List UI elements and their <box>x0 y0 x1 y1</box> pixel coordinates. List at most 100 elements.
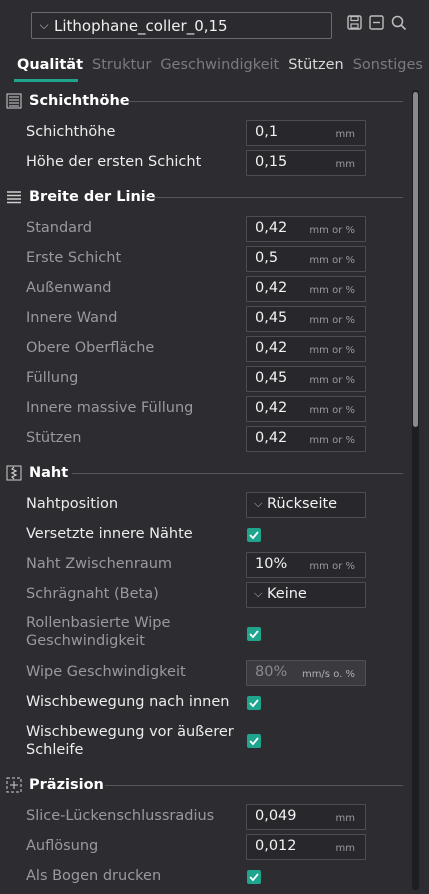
input-value: 0,012 <box>255 838 297 854</box>
input-value: 0,1 <box>255 124 279 140</box>
setting-row-line-width: Außenwand 0,42 mm or % <box>26 276 371 306</box>
setting-row-wipe-speed: Wipe Geschwindigkeit 80% mm/s o. % <box>26 660 371 690</box>
setting-row-seam-gap: Naht Zwischenraum 10% mm or % <box>26 552 371 582</box>
input-unit: mm or % <box>309 315 355 326</box>
preset-name: Lithophane_coller_0,15 <box>54 16 228 35</box>
input-unit: mm or % <box>309 345 355 356</box>
input-value: 0,45 <box>255 310 288 326</box>
setting-label-line2: Schleife <box>26 742 84 758</box>
setting-label: Füllung <box>26 370 79 386</box>
setting-label-line1: Rollenbasierte Wipe <box>26 615 171 631</box>
scrollbar-thumb[interactable] <box>413 92 418 427</box>
line-width-support-input[interactable]: 0,42 mm or % <box>246 426 366 452</box>
input-unit: mm or % <box>309 561 355 572</box>
setting-row-wipe-inward: Wischbewegung nach innen <box>26 690 371 720</box>
setting-label: Innere Wand <box>26 310 118 326</box>
section-divider <box>105 785 403 786</box>
setting-row-seam-position: Nahtposition ⌵ Rückseite <box>26 492 371 522</box>
input-unit: mm or % <box>309 435 355 446</box>
input-value: 0,42 <box>255 400 288 416</box>
wipe-inward-checkbox[interactable] <box>247 696 261 710</box>
arc-fitting-checkbox[interactable] <box>247 870 261 884</box>
collapse-icon[interactable] <box>368 14 385 31</box>
setting-label: Schichthöhe <box>26 124 116 140</box>
line-width-first-layer-input[interactable]: 0,5 mm or % <box>246 246 366 272</box>
input-unit: mm or % <box>309 405 355 416</box>
setting-label: Obere Oberfläche <box>26 340 155 356</box>
line-width-icon <box>6 189 22 205</box>
input-value: 0,15 <box>255 154 288 170</box>
line-width-outer-wall-input[interactable]: 0,42 mm or % <box>246 276 366 302</box>
setting-label: Erste Schicht <box>26 250 122 266</box>
setting-row-line-width: Füllung 0,45 mm or % <box>26 366 371 396</box>
chevron-down-icon: ⌵ <box>254 587 263 600</box>
setting-row-staggered-seams: Versetzte innere Nähte <box>26 522 371 552</box>
input-value: 80% <box>255 664 288 680</box>
chevron-down-icon: ⌵ <box>254 497 263 510</box>
wipe-speed-input[interactable]: 80% mm/s o. % <box>246 660 366 686</box>
input-value: 0,42 <box>255 280 288 296</box>
section-title: Schichthöhe <box>29 93 130 109</box>
setting-label: Innere massive Füllung <box>26 400 194 416</box>
section-title: Präzision <box>29 777 104 793</box>
setting-row-scarf-seam: Schrägnaht (Beta) ⌵ Keine <box>26 582 371 612</box>
tab-quality[interactable]: Qualität <box>17 57 83 73</box>
line-width-internal-solid-infill-input[interactable]: 0,42 mm or % <box>246 396 366 422</box>
input-value: 10% <box>255 556 288 572</box>
scarf-seam-dropdown[interactable]: ⌵ Keine <box>246 582 366 608</box>
line-width-top-surface-input[interactable]: 0,42 mm or % <box>246 336 366 362</box>
first-layer-height-input[interactable]: 0,15 mm <box>246 150 366 176</box>
layer-height-input[interactable]: 0,1 mm <box>246 120 366 146</box>
tab-others[interactable]: Sonstiges <box>353 57 423 73</box>
tab-speed[interactable]: Geschwindigkeit <box>160 57 279 73</box>
input-unit: mm/s o. % <box>301 669 355 680</box>
line-width-inner-wall-input[interactable]: 0,45 mm or % <box>246 306 366 332</box>
setting-label: Standard <box>26 220 92 236</box>
input-value: 0,42 <box>255 430 288 446</box>
search-icon[interactable] <box>390 14 407 31</box>
line-width-infill-input[interactable]: 0,45 mm or % <box>246 366 366 392</box>
input-unit: mm <box>335 813 355 824</box>
preset-selector[interactable]: ⌵ Lithophane_coller_0,15 <box>31 12 332 39</box>
section-title: Naht <box>29 465 69 481</box>
setting-label: Außenwand <box>26 280 112 296</box>
seam-icon <box>6 465 22 481</box>
input-unit: mm or % <box>309 255 355 266</box>
setting-row-first-layer-height: Höhe der ersten Schicht 0,15 mm <box>26 150 371 180</box>
tab-structure[interactable]: Struktur <box>92 57 151 73</box>
setting-row-line-width: Obere Oberfläche 0,42 mm or % <box>26 336 371 366</box>
dropdown-value: Keine <box>267 586 307 602</box>
input-value: 0,5 <box>255 250 279 266</box>
gap-closing-radius-input[interactable]: 0,049 mm <box>246 804 366 830</box>
input-unit: mm or % <box>309 375 355 386</box>
dropdown-value: Rückseite <box>267 496 338 512</box>
line-width-default-input[interactable]: 0,42 mm or % <box>246 216 366 242</box>
input-unit: mm <box>335 159 355 170</box>
setting-row-resolution: Auflösung 0,012 mm <box>26 834 371 864</box>
chevron-down-icon: ⌵ <box>39 18 49 32</box>
setting-label: Wipe Geschwindigkeit <box>26 664 186 680</box>
seam-position-dropdown[interactable]: ⌵ Rückseite <box>246 492 366 518</box>
wipe-before-outer-checkbox[interactable] <box>247 734 261 748</box>
tab-bar: Qualität Struktur Geschwindigkeit Stütze… <box>17 57 429 73</box>
input-unit: mm or % <box>309 285 355 296</box>
setting-row-roll-wipe: Rollenbasierte Wipe Geschwindigkeit <box>26 615 371 651</box>
setting-label-line1: Wischbewegung vor äußerer <box>26 724 234 740</box>
roll-wipe-checkbox[interactable] <box>247 627 261 641</box>
section-header-line-width: Breite der Linie <box>6 187 156 207</box>
precision-icon <box>6 777 22 793</box>
setting-row-line-width: Standard 0,42 mm or % <box>26 216 371 246</box>
setting-row-line-width: Erste Schicht 0,5 mm or % <box>26 246 371 276</box>
section-divider <box>144 197 403 198</box>
seam-gap-input[interactable]: 10% mm or % <box>246 552 366 578</box>
layer-height-icon <box>6 93 22 109</box>
save-icon[interactable] <box>346 14 363 31</box>
setting-label: Auflösung <box>26 838 99 854</box>
input-value: 0,42 <box>255 220 288 236</box>
input-value: 0,42 <box>255 340 288 356</box>
resolution-input[interactable]: 0,012 mm <box>246 834 366 860</box>
staggered-seams-checkbox[interactable] <box>247 528 261 542</box>
setting-label: Schrägnaht (Beta) <box>26 586 159 602</box>
input-unit: mm or % <box>309 225 355 236</box>
tab-supports[interactable]: Stützen <box>288 57 344 73</box>
